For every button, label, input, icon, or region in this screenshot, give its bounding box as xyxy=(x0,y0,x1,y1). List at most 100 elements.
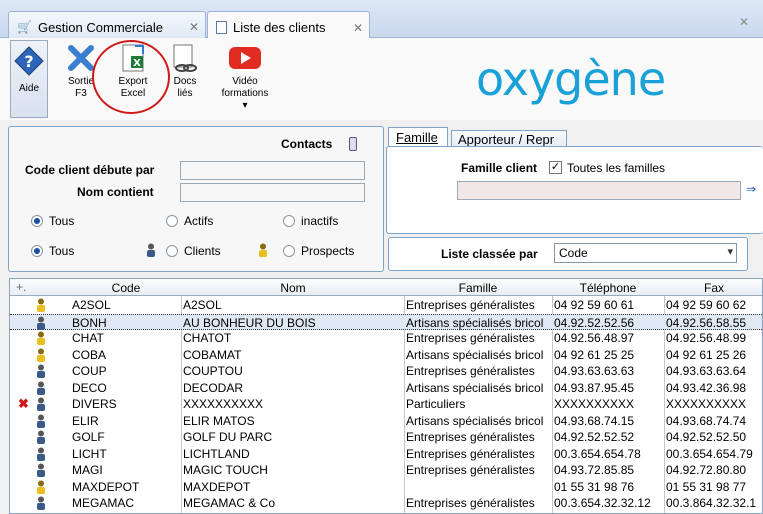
person-icon xyxy=(36,496,46,513)
table-row[interactable]: ELIR ELIR MATOS Artisans spécialisés brico… xyxy=(10,413,762,430)
cell-telephone: 04.92.52.52.56 xyxy=(554,315,635,330)
tab-liste-clients[interactable]: Liste des clients ✕ xyxy=(207,11,370,39)
cell-code: MEGAMAC xyxy=(72,496,135,510)
chevron-down-icon[interactable]: ▾ xyxy=(727,245,733,258)
cell-code: GOLF xyxy=(72,430,105,444)
radio-clients[interactable] xyxy=(166,245,178,257)
linked-docs-icon xyxy=(168,42,202,74)
cell-nom: AU BONHEUR DU BOIS xyxy=(183,315,316,330)
table-row[interactable]: BONH AU BONHEUR DU BOIS Artisans spécialis… xyxy=(10,313,762,330)
aide-button[interactable]: ? Aide xyxy=(10,40,48,118)
header-fax[interactable]: Fax xyxy=(664,281,762,295)
cell-telephone: 04.93.63.63.63 xyxy=(554,364,635,378)
cell-fax: 04 92 61 25 26 xyxy=(666,347,747,362)
famille-client-label: Famille client xyxy=(461,161,538,175)
cell-nom: MAXDEPOT xyxy=(183,479,251,494)
tab-gestion-commerciale[interactable]: 🛒 Gestion Commerciale ✕ xyxy=(8,11,206,38)
status-x-icon: ✖ xyxy=(18,396,29,411)
cell-fax: 04.93.63.63.64 xyxy=(666,364,747,378)
close-icon[interactable]: ✕ xyxy=(353,21,363,35)
header-famille[interactable]: Famille xyxy=(404,281,552,295)
close-icon[interactable]: ✕ xyxy=(189,20,199,34)
prospect-person-icon xyxy=(259,243,267,257)
table-row[interactable]: COUP COUPTOU Entreprises généralistes 04.93… xyxy=(10,363,762,380)
radio-tous-type[interactable] xyxy=(31,245,43,257)
arrow-right-icon[interactable]: ⇒ xyxy=(746,182,756,196)
apporteur-tab[interactable]: Apporteur / Repr xyxy=(451,130,567,147)
cell-code: DECO xyxy=(72,380,107,395)
window-close-icon[interactable]: ✕ xyxy=(739,15,749,29)
cell-famille: Artisans spécialisés bricol xyxy=(406,380,544,395)
cell-code: LICHT xyxy=(72,446,107,461)
liste-classee-label: Liste classée par xyxy=(441,247,538,261)
nom-contient-label: Nom contient xyxy=(77,185,154,199)
table-row[interactable]: COBA COBAMAT Artisans spécialisés bricol 04… xyxy=(10,347,762,364)
table-row[interactable]: MEGAMAC MEGAMAC & Co Entreprises généralis… xyxy=(10,495,762,513)
cell-code: COBA xyxy=(72,347,107,362)
table-row[interactable]: DECO DECODAR Artisans spécialisés bricol 04… xyxy=(10,380,762,397)
help-icon: ? xyxy=(12,45,46,77)
cell-telephone: 04.92.56.48.97 xyxy=(554,331,635,345)
prospects-label: Prospects xyxy=(301,244,355,258)
highlight-circle xyxy=(92,40,170,114)
cell-nom: COBAMAT xyxy=(183,347,242,362)
famille-panel: Famille client ✓ Toutes les familles ⇒ xyxy=(386,146,763,234)
toutes-familles-checkbox[interactable]: ✓ xyxy=(549,161,562,174)
cell-famille: Artisans spécialisés bricol xyxy=(406,413,544,428)
cell-fax: 00.3.864.32.32.1 xyxy=(666,496,757,510)
cell-famille: Entreprises généralistes xyxy=(406,364,535,378)
cell-famille: Entreprises généralistes xyxy=(406,298,535,312)
table-row[interactable]: A2SOL A2SOL Entreprises généralistes 04 92 … xyxy=(10,297,762,314)
famille-selection-field[interactable] xyxy=(457,181,741,200)
famille-tab[interactable]: Famille xyxy=(388,127,448,147)
cell-telephone: XXXXXXXXXX xyxy=(554,397,635,411)
nom-contient-input[interactable] xyxy=(180,183,365,202)
add-column-icon[interactable]: +. xyxy=(16,280,26,294)
docs-lies-button[interactable]: Docs liés xyxy=(164,42,206,118)
cell-code: MAGI xyxy=(72,463,103,477)
actifs-label: Actifs xyxy=(184,214,214,228)
header-code[interactable]: Code xyxy=(70,281,182,295)
header-telephone[interactable]: Téléphone xyxy=(552,281,664,295)
table-row[interactable]: ✖ DIVERS XXXXXXXXXX Particuliers XXXXXXXXXX X… xyxy=(10,396,762,413)
video-formations-button[interactable]: Vidéo formations ▾ xyxy=(214,42,276,118)
cell-telephone: 04 92 61 25 25 xyxy=(554,347,635,362)
svg-text:?: ? xyxy=(24,52,33,71)
table-row[interactable]: MAGI MAGIC TOUCH Entreprises généralistes 0… xyxy=(10,462,762,479)
cell-fax: 04 92 59 60 62 xyxy=(666,298,747,312)
tous-label: Tous xyxy=(49,214,75,228)
cell-telephone: 04.93.68.74.15 xyxy=(554,413,635,428)
table-row[interactable]: GOLF GOLF DU PARC Entreprises généralistes… xyxy=(10,429,762,446)
cart-icon: 🛒 xyxy=(17,20,32,34)
cell-telephone: 00.3.654.32.32.12 xyxy=(554,496,651,510)
cell-fax: 00.3.654.654.79 xyxy=(666,446,753,461)
cell-code: BONH xyxy=(72,315,107,330)
header-nom[interactable]: Nom xyxy=(182,281,404,295)
code-client-input[interactable] xyxy=(180,161,365,180)
table-row[interactable]: MAXDEPOT MAXDEPOT 01 55 31 98 76 01 55 31 9… xyxy=(10,479,762,496)
liste-classee-select[interactable]: Code ▾ xyxy=(554,243,737,263)
radio-tous-statut[interactable] xyxy=(31,215,43,227)
table-row[interactable]: CHAT CHATOT Entreprises généralistes 04.92.… xyxy=(10,330,762,347)
radio-inactifs[interactable] xyxy=(283,215,295,227)
cell-fax: 04.92.56.48.99 xyxy=(666,331,747,345)
cell-fax: 04.92.52.52.50 xyxy=(666,430,747,444)
cell-code: A2SOL xyxy=(72,298,111,312)
tab-label: Liste des clients xyxy=(233,20,326,35)
radio-prospects[interactable] xyxy=(283,245,295,257)
liste-classee-panel: Liste classée par Code ▾ xyxy=(388,237,748,271)
clients-label: Clients xyxy=(184,244,221,258)
cell-famille: Entreprises généralistes xyxy=(406,463,535,477)
cell-famille: Entreprises généralistes xyxy=(406,331,535,345)
cell-nom: MAGIC TOUCH xyxy=(183,463,268,477)
cell-fax: 04.93.42.36.98 xyxy=(666,380,747,395)
table-row[interactable]: LICHT LICHTLAND Entreprises généralistes 00… xyxy=(10,446,762,463)
chevron-down-icon[interactable]: ▾ xyxy=(214,100,276,112)
cell-famille: Artisans spécialisés bricol xyxy=(406,347,544,362)
cell-code: CHAT xyxy=(72,331,104,345)
cell-fax: 04.92.72.80.80 xyxy=(666,463,747,477)
cell-telephone: 04.93.87.95.45 xyxy=(554,380,635,395)
code-client-label: Code client débute par xyxy=(25,163,155,177)
video-play-icon xyxy=(228,42,262,74)
radio-actifs[interactable] xyxy=(166,215,178,227)
